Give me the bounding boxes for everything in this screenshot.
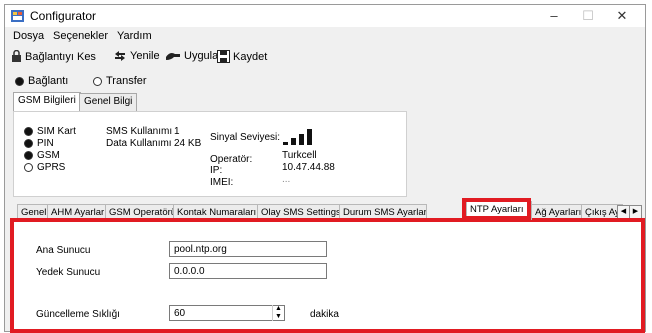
status-sim-label: SIM Kart [37, 126, 76, 137]
toolbar: Bağlantıyı Kes Yenile Uygula Kaydet [5, 47, 645, 69]
status-sim: SIM Kart [24, 126, 76, 137]
status-gprs: GPRS [24, 162, 65, 173]
imei-label: IMEI: [210, 177, 234, 188]
tab-scroll-right-icon[interactable]: ▶ [629, 205, 642, 219]
maximize-button[interactable]: ☐ [571, 5, 605, 27]
apply-label: Uygula [184, 50, 219, 62]
close-button[interactable]: ✕ [605, 5, 639, 27]
spinner-arrows-icon[interactable]: ▲ ▼ [272, 305, 284, 321]
sms-usage-value: 1 [174, 126, 180, 137]
signal-bar [291, 138, 296, 145]
primary-server-label: Ana Sunucu [36, 245, 91, 256]
backup-server-label: Yedek Sunucu [36, 267, 101, 278]
menu-bar: Dosya Seçenekler Yardım [5, 28, 645, 46]
disconnect-label: Bağlantıyı Kes [25, 50, 96, 63]
signal-bar [299, 134, 304, 145]
minimize-button[interactable]: – [537, 5, 571, 27]
update-interval-label: Güncelleme Sıklığı [36, 309, 120, 320]
disconnect-button[interactable]: Bağlantıyı Kes [11, 50, 96, 63]
status-gsm: GSM [24, 150, 60, 161]
save-button[interactable]: Kaydet [217, 50, 267, 63]
operator-label: Operatör: [210, 154, 253, 165]
apply-icon [166, 53, 180, 60]
radio-transfer[interactable]: Transfer [93, 75, 147, 87]
ip-value: 10.47.44.88 [282, 162, 335, 173]
signal-bar [283, 142, 288, 145]
data-usage-label: Data Kullanımı [106, 138, 172, 149]
primary-server-field[interactable]: pool.ntp.org [169, 241, 327, 257]
ntp-settings-panel: Ana Sunucu pool.ntp.org Yedek Sunucu 0.0… [10, 218, 645, 333]
operator-value: Turkcell [282, 150, 317, 161]
radio-dot [93, 76, 102, 86]
radio-connection-label: Bağlantı [28, 75, 69, 87]
status-gprs-label: GPRS [37, 162, 66, 173]
active-tab-highlight [462, 198, 531, 220]
apply-button[interactable]: Uygula [165, 50, 218, 62]
menu-options[interactable]: Seçenekler [53, 30, 108, 42]
tab-gsm-info[interactable]: GSM Bilgileri [13, 92, 81, 112]
save-label: Kaydet [233, 50, 268, 63]
sms-usage-label: SMS Kullanımı [106, 126, 173, 137]
signal-bar [315, 125, 320, 145]
menu-file[interactable]: Dosya [13, 30, 44, 42]
radio-connection[interactable]: Bağlantı [15, 75, 68, 87]
update-interval-stepper[interactable]: 60 [169, 305, 285, 321]
save-icon [217, 50, 230, 63]
menu-help[interactable]: Yardım [117, 30, 152, 42]
ip-label: IP: [210, 165, 223, 176]
window-title: Configurator [30, 9, 97, 23]
signal-label: Sinyal Seviyesi: [210, 132, 281, 143]
tab-general-info[interactable]: Genel Bilgi [79, 93, 138, 111]
app-icon [11, 10, 24, 22]
imei-value: ... [282, 174, 291, 185]
status-pin-label: PIN [37, 138, 54, 149]
mode-selector: Bağlantı Transfer [5, 73, 305, 91]
data-usage-value: 24 KB [174, 138, 202, 149]
status-indicator [24, 139, 33, 148]
status-indicator [24, 163, 33, 172]
status-pin: PIN [24, 138, 54, 149]
refresh-label: Yenile [130, 50, 160, 62]
status-gsm-label: GSM [37, 150, 60, 161]
gsm-info-panel: SIM Kart PIN GSM GPRS SMS Kullanımı 1 Da… [13, 111, 407, 197]
signal-strength-icon [283, 125, 320, 145]
status-indicator [24, 151, 33, 160]
refresh-icon [115, 51, 125, 61]
configurator-window: Configurator – ☐ ✕ Dosya Seçenekler Yard… [4, 4, 646, 333]
interval-unit-label: dakika [310, 309, 339, 320]
title-bar: Configurator – ☐ ✕ [5, 5, 645, 27]
refresh-button[interactable]: Yenile [113, 50, 160, 62]
radio-dot-selected [15, 76, 24, 86]
backup-server-field[interactable]: 0.0.0.0 [169, 263, 327, 279]
disconnect-icon [12, 50, 21, 62]
radio-transfer-label: Transfer [106, 75, 147, 87]
signal-bar [307, 129, 312, 145]
status-indicator [24, 127, 33, 136]
